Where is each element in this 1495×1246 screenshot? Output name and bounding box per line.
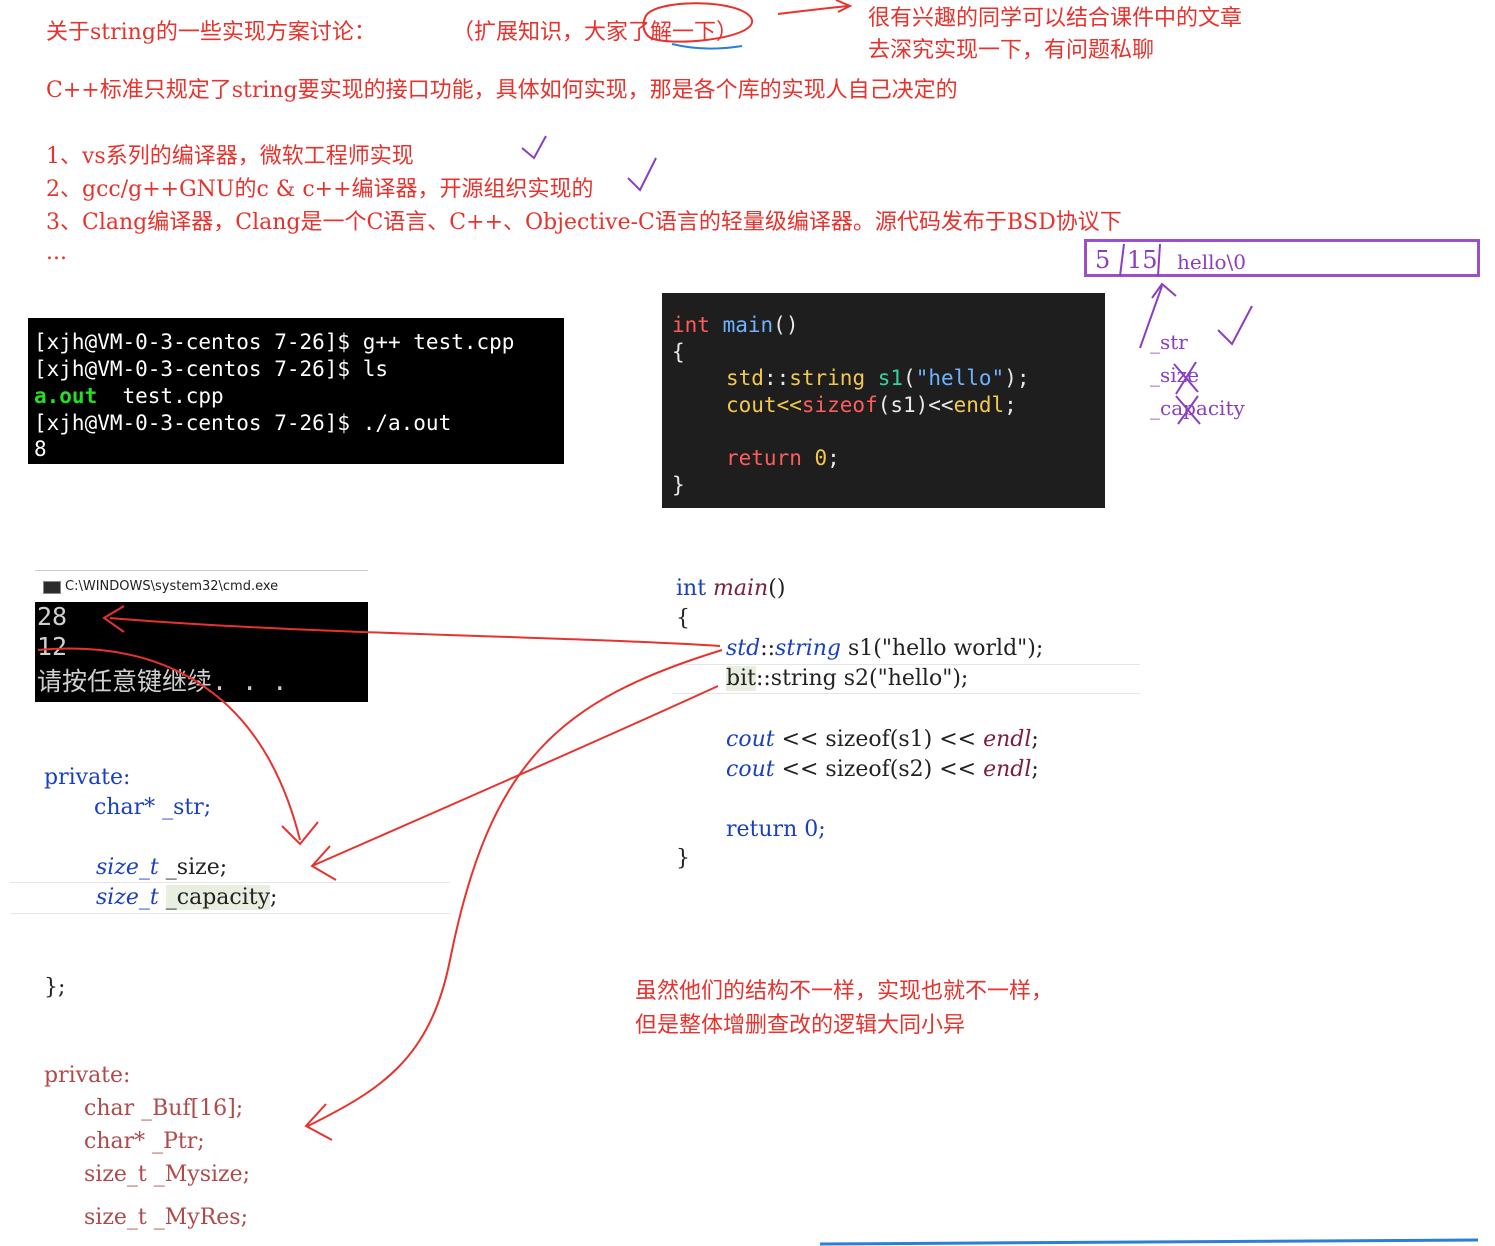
struct-a-close: }; bbox=[44, 975, 66, 1000]
light-code-line-7: return 0; bbox=[726, 817, 826, 842]
conclusion-line-2: 但是整体增删查改的逻辑大同小异 bbox=[635, 1013, 966, 1038]
light-code-line-3: std::string s1("hello world"); bbox=[726, 636, 1044, 661]
dark-code-line-2: { bbox=[672, 340, 685, 364]
terminal-testcpp: test.cpp bbox=[97, 384, 224, 408]
linux-terminal: [xjh@VM-0-3-centos 7-26]$ g++ test.cpp [… bbox=[28, 318, 564, 464]
interest-note-1: 很有兴趣的同学可以结合课件中的文章 bbox=[868, 6, 1243, 31]
label-str: _str bbox=[1150, 330, 1188, 354]
check-icon bbox=[1217, 305, 1253, 346]
terminal-line-5: 8 bbox=[34, 437, 47, 461]
light-code-line-4: bit::string s2("hello"); bbox=[726, 666, 969, 691]
struct-a-member-capacity: size_t _capacity; bbox=[96, 885, 278, 910]
terminal-line-3: a.out test.cpp bbox=[34, 384, 224, 408]
dark-code-line-4: cout<<sizeof(s1)<<endl; bbox=[726, 393, 1017, 417]
arrow-s2-to-size bbox=[310, 685, 719, 881]
terminal-line-4: [xjh@VM-0-3-centos 7-26]$ ./a.out bbox=[34, 411, 452, 435]
check-icon bbox=[627, 157, 657, 192]
cmd-body: 28 12 请按任意键继续. . . bbox=[35, 602, 368, 702]
light-code-line-8: } bbox=[676, 846, 690, 871]
cmd-icon bbox=[43, 581, 61, 594]
struct-b-member-buf: char _Buf[16]; bbox=[84, 1096, 244, 1121]
impl-item-1: 1、vs系列的编译器，微软工程师实现 bbox=[46, 144, 414, 169]
struct-b-member-myres: size_t _MyRes; bbox=[84, 1205, 249, 1230]
light-code-line-1: int main() bbox=[676, 576, 786, 601]
memory-content: hello\0 bbox=[1177, 250, 1247, 274]
label-capacity: _capacity bbox=[1150, 396, 1245, 420]
memory-cell-size: 5 bbox=[1095, 246, 1111, 274]
arrow-to-note bbox=[777, 0, 853, 15]
struct-a-member-size: size_t _size; bbox=[96, 855, 228, 880]
struct-a-member-str: char* _str; bbox=[94, 795, 212, 820]
dark-code-line-1: int main() bbox=[672, 313, 799, 337]
blue-stroke bbox=[819, 1238, 1479, 1246]
interest-note-2: 去深究实现一下，有问题私聊 bbox=[868, 38, 1155, 63]
page-title: 关于string的一些实现方案讨论： bbox=[46, 20, 376, 45]
cmd-output-2: 12 bbox=[37, 632, 68, 661]
cmd-output-3: 请按任意键继续. . . bbox=[37, 667, 288, 696]
impl-item-ellipsis: ... bbox=[46, 240, 67, 265]
struct-a-private: private: bbox=[44, 765, 131, 790]
terminal-line-1: [xjh@VM-0-3-centos 7-26]$ g++ test.cpp bbox=[34, 330, 515, 354]
conclusion-line-1: 虽然他们的结构不一样，实现也就不一样， bbox=[635, 979, 1054, 1004]
aside-note: （扩展知识，大家了解一下） bbox=[452, 20, 739, 45]
cmd-title: C:\WINDOWS\system32\cmd.exe bbox=[65, 579, 279, 594]
struct-b-member-mysize: size_t _Mysize; bbox=[84, 1162, 251, 1187]
impl-item-2: 2、gcc/g++GNU的c & c++编译器，开源组织实现的 bbox=[46, 177, 594, 202]
light-code-line-6: cout << sizeof(s2) << endl; bbox=[726, 757, 1039, 782]
light-code-line-2: { bbox=[676, 606, 690, 631]
cmd-output-1: 28 bbox=[37, 602, 68, 631]
dark-code-line-5: return 0; bbox=[726, 446, 840, 470]
light-code-line-5: cout << sizeof(s1) << endl; bbox=[726, 727, 1039, 752]
dark-code-line-6: } bbox=[672, 473, 685, 497]
memory-cell-capacity: 15 bbox=[1127, 246, 1158, 274]
terminal-aout: a.out bbox=[34, 384, 98, 408]
terminal-line-2: [xjh@VM-0-3-centos 7-26]$ ls bbox=[34, 357, 389, 381]
label-size: _size bbox=[1150, 363, 1200, 387]
cmd-window: C:\WINDOWS\system32\cmd.exe 28 12 请按任意键继… bbox=[35, 570, 368, 702]
impl-item-3: 3、Clang编译器，Clang是一个C语言、C++、Objective-C语言… bbox=[46, 210, 1122, 235]
dark-code-line-3: std::string s1("hello"); bbox=[726, 366, 1030, 390]
struct-b-private: private: bbox=[44, 1063, 131, 1088]
cmd-titlebar: C:\WINDOWS\system32\cmd.exe bbox=[35, 570, 368, 603]
struct-b-member-ptr: char* _Ptr; bbox=[84, 1129, 205, 1154]
check-icon bbox=[521, 135, 547, 160]
standard-note: C++标准只规定了string要实现的接口功能，具体如何实现，那是各个库的实现人… bbox=[46, 78, 958, 103]
dark-code-block: int main() { std::string s1("hello"); co… bbox=[662, 293, 1105, 508]
memory-box: 5 15 hello\0 bbox=[1084, 239, 1480, 277]
